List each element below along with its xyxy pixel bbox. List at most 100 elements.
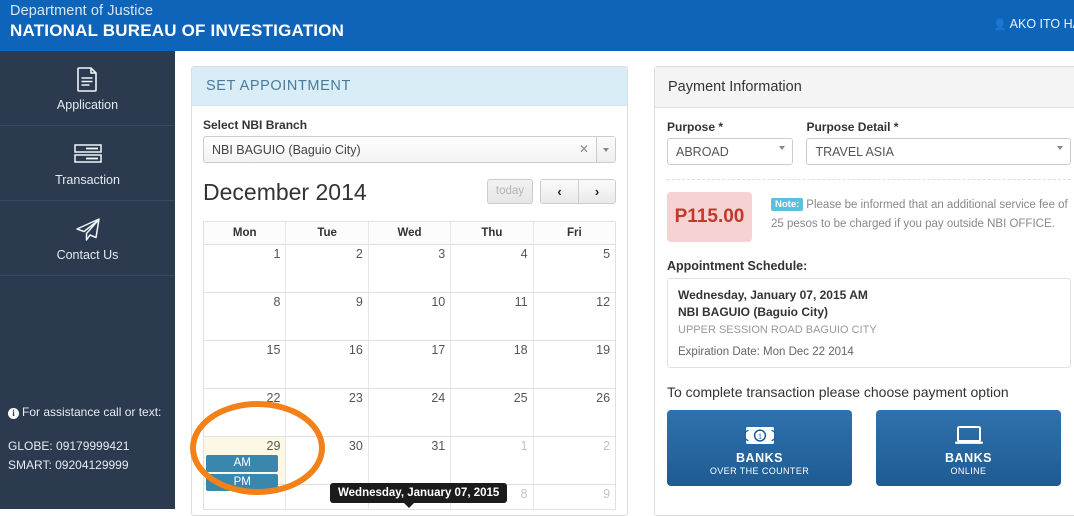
- purpose-detail-select[interactable]: TRAVEL ASIA: [806, 138, 1071, 168]
- sidebar-item-contact-us[interactable]: Contact Us: [0, 201, 175, 276]
- calendar-day-cell[interactable]: 26: [534, 389, 615, 436]
- calendar-day-cell[interactable]: [204, 485, 287, 509]
- calendar-day-number: 2: [355, 247, 363, 261]
- calendar-day-cell[interactable]: 23: [286, 389, 369, 436]
- calendar-day-number: 25: [513, 391, 528, 405]
- calendar-day-cell[interactable]: 30: [286, 437, 369, 484]
- calendar-day-cell[interactable]: 10: [369, 293, 452, 340]
- purpose-select[interactable]: ABROAD: [667, 138, 794, 168]
- chevron-down-icon: [1057, 146, 1063, 168]
- branch-select[interactable]: NBI BAGUIO (Baguio City) ✕: [203, 136, 616, 163]
- time-slot-button-am[interactable]: AM: [206, 455, 279, 472]
- branch-label: Select NBI Branch: [203, 118, 308, 132]
- smart-number: SMART: 09204129999: [8, 458, 129, 472]
- payment-option-line1: BANKS: [945, 451, 992, 465]
- banknote-icon: 1: [744, 422, 775, 448]
- schedule-label: Appointment Schedule:: [667, 259, 808, 273]
- calendar-day-cell[interactable]: 2: [286, 245, 369, 292]
- calendar-day-cell[interactable]: 2: [534, 437, 615, 484]
- bureau-name: NATIONAL BUREAU OF INVESTIGATION: [10, 21, 345, 40]
- payment-option-line2: ONLINE: [950, 466, 987, 476]
- calendar-day-number: 10: [431, 295, 446, 309]
- list-rows-icon: [73, 139, 102, 169]
- calendar-day-cell[interactable]: 8: [204, 293, 287, 340]
- calendar-day-number: 16: [348, 343, 363, 357]
- brand-block: Department of Justice NATIONAL BUREAU OF…: [10, 2, 344, 42]
- calendar-day-number: 5: [603, 247, 611, 261]
- sidebar-item-application[interactable]: Application: [0, 51, 175, 126]
- assistance-title: For assistance call or text:: [22, 405, 162, 419]
- payment-option-line1: BANKS: [736, 451, 783, 465]
- svg-text:1: 1: [757, 431, 761, 441]
- paper-plane-icon: [74, 214, 101, 244]
- calendar-day-cell[interactable]: 22: [204, 389, 287, 436]
- calendar-day-cell[interactable]: 15: [204, 341, 287, 388]
- document-icon: [77, 64, 98, 94]
- calendar-weekday: Thu: [451, 222, 534, 244]
- chevron-down-icon[interactable]: [596, 137, 615, 162]
- calendar-day-cell[interactable]: 18: [451, 341, 534, 388]
- calendar-day-number: 9: [603, 487, 611, 501]
- fee-row: P115.00 Note: Please be informed that an …: [667, 192, 1071, 242]
- calendar-day-cell[interactable]: 9: [534, 485, 615, 509]
- calendar-day-cell[interactable]: 19: [534, 341, 615, 388]
- calendar-day-number: 17: [431, 343, 446, 357]
- calendar-day-number: 12: [596, 295, 611, 309]
- fee-amount-badge: P115.00: [667, 192, 752, 242]
- calendar-day-cell[interactable]: 24: [369, 389, 452, 436]
- purpose-label: Purpose *: [667, 120, 724, 134]
- department-name: Department of Justice: [10, 3, 154, 19]
- calendar-day-cell[interactable]: 3: [369, 245, 452, 292]
- calendar-week-row: 29 AM PM 30 31 1 2: [204, 437, 615, 491]
- calendar-grid: Mon Tue Wed Thu Fri 1 2 3 4 5 8 9 10 11 12 15 16 17 18 19 2…: [203, 221, 616, 510]
- prev-month-button[interactable]: ‹: [541, 180, 578, 203]
- chevron-down-icon: [779, 146, 786, 168]
- schedule-box: Wednesday, January 07, 2015 AM NBI BAGUI…: [667, 278, 1071, 368]
- tooltip-text: Wednesday, January 07, 2015: [338, 487, 500, 499]
- calendar-day-number: 3: [438, 247, 446, 261]
- fee-note: Note: Please be informed that an addition…: [771, 192, 1071, 242]
- calendar-day-cell[interactable]: 16: [286, 341, 369, 388]
- calendar-day-cell[interactable]: 1: [451, 437, 534, 484]
- purpose-detail-label: Purpose Detail *: [806, 120, 899, 134]
- calendar-day-number: 2: [603, 439, 611, 453]
- calendar-day-cell[interactable]: 5: [534, 245, 615, 292]
- calendar-day-cell[interactable]: 1: [204, 245, 287, 292]
- user-icon: 👤: [992, 19, 1007, 31]
- laptop-icon: [954, 422, 984, 448]
- next-month-button[interactable]: ›: [578, 180, 615, 203]
- calendar-day-cell[interactable]: 12: [534, 293, 615, 340]
- calendar-toolbar: December 2014 today ‹ ›: [203, 177, 616, 217]
- calendar-weekday: Wed: [369, 222, 452, 244]
- calendar-day-number: 15: [266, 343, 281, 357]
- today-button[interactable]: today: [487, 179, 533, 204]
- schedule-branch: NBI BAGUIO (Baguio City): [678, 305, 828, 319]
- calendar-day-cell[interactable]: 9: [286, 293, 369, 340]
- schedule-address: UPPER SESSION ROAD BAGUIO CITY: [678, 324, 877, 336]
- calendar-day-cell[interactable]: 11: [451, 293, 534, 340]
- calendar-day-cell[interactable]: 17: [369, 341, 452, 388]
- user-menu[interactable]: 👤 AKO ITO HA: [993, 17, 1074, 31]
- app-header: Department of Justice NATIONAL BUREAU OF…: [0, 0, 1074, 51]
- calendar-day-number: 4: [520, 247, 528, 261]
- sidebar-item-label: Transaction: [55, 173, 120, 187]
- calendar-week-row: 22 23 24 25 26: [204, 389, 615, 437]
- calendar-day-number: 24: [431, 391, 446, 405]
- clear-x-icon[interactable]: ✕: [579, 142, 589, 156]
- branch-value: NBI BAGUIO (Baguio City): [212, 142, 361, 157]
- payment-option-banks-over-the-counter[interactable]: 1 BANKS OVER THE COUNTER: [667, 410, 852, 486]
- purpose-detail-field: Purpose Detail * TRAVEL ASIA: [806, 120, 1071, 168]
- payment-option-line2: OVER THE COUNTER: [709, 466, 810, 476]
- sidebar-item-transaction[interactable]: Transaction: [0, 126, 175, 201]
- payment-option-banks-online[interactable]: BANKS ONLINE: [876, 410, 1061, 486]
- calendar-day-cell[interactable]: 25: [451, 389, 534, 436]
- calendar-day-cell[interactable]: 4: [451, 245, 534, 292]
- schedule-datetime: Wednesday, January 07, 2015 AM: [678, 288, 868, 302]
- calendar-day-cell[interactable]: 31: [369, 437, 452, 484]
- calendar-week-row: 1 2 3 4 5: [204, 245, 615, 293]
- calendar-day-cell[interactable]: 29 AM PM: [204, 437, 287, 491]
- payment-options: 1 BANKS OVER THE COUNTER BANKS ONLINE: [667, 410, 1071, 486]
- panel-header: Payment Information: [655, 67, 1074, 108]
- calendar-body: 1 2 3 4 5 8 9 10 11 12 15 16 17 18 19 22 23 24 25 26 29 AM PM 3…: [204, 245, 615, 510]
- tooltip-arrow: [404, 503, 414, 508]
